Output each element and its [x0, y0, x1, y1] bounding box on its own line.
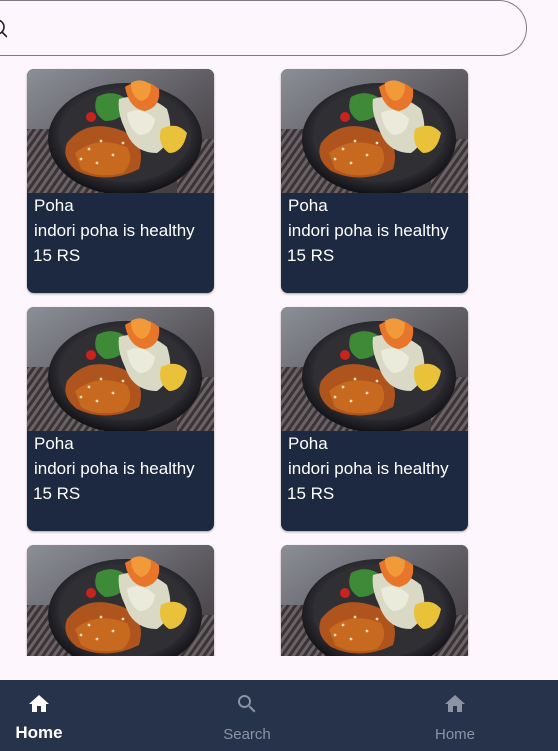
product-card[interactable]: [281, 545, 468, 656]
home-icon: [445, 695, 465, 712]
product-card[interactable]: [27, 545, 214, 656]
product-description: indori poha is healthy: [34, 459, 195, 478]
product-price: 15 RS: [287, 484, 335, 503]
nav-item-home[interactable]: Home: [0, 680, 78, 751]
product-card[interactable]: Poha indori poha is healthy 15 RS: [281, 69, 468, 293]
product-info: Poha indori poha is healthy 15 RS: [27, 431, 214, 531]
search-icon: [238, 695, 256, 713]
food-image: [27, 307, 214, 431]
nav-home-secondary-label: Home: [434, 726, 475, 743]
nav-item-home-secondary[interactable]: Home: [416, 680, 494, 751]
product-description: indori poha is healthy: [288, 459, 449, 478]
food-image: [27, 69, 214, 193]
product-description: indori poha is healthy: [34, 221, 195, 240]
product-info: Poha indori poha is healthy 15 RS: [281, 193, 468, 293]
food-image: [281, 545, 468, 656]
food-image: [27, 545, 214, 656]
product-name: Poha: [34, 434, 74, 453]
product-name: Poha: [34, 196, 74, 215]
product-card[interactable]: Poha indori poha is healthy 15 RS: [27, 307, 214, 531]
product-info: Poha indori poha is healthy 15 RS: [281, 431, 468, 531]
product-description: indori poha is healthy: [288, 221, 449, 240]
food-image: [281, 69, 468, 193]
product-info: Poha indori poha is healthy 15 RS: [27, 193, 214, 293]
food-image: [281, 307, 468, 431]
product-grid: Poha indori poha is healthy 15 RS Poha i…: [0, 0, 558, 656]
nav-item-search[interactable]: Search: [208, 680, 286, 751]
app: Poha indori poha is healthy 15 RS Poha i…: [0, 0, 558, 751]
nav-search-label: Search: [223, 726, 271, 743]
product-card[interactable]: Poha indori poha is healthy 15 RS: [27, 69, 214, 293]
product-name: Poha: [288, 434, 328, 453]
search-input[interactable]: [0, 0, 527, 56]
product-card[interactable]: Poha indori poha is healthy 15 RS: [281, 307, 468, 531]
product-price: 15 RS: [33, 246, 81, 265]
product-price: 15 RS: [287, 246, 335, 265]
home-icon: [29, 695, 49, 712]
bottom-navigation: Home Search Home: [0, 680, 558, 751]
product-name: Poha: [288, 196, 328, 215]
nav-home-label: Home: [15, 723, 63, 742]
product-price: 15 RS: [33, 484, 81, 503]
search-icon: [0, 19, 7, 38]
